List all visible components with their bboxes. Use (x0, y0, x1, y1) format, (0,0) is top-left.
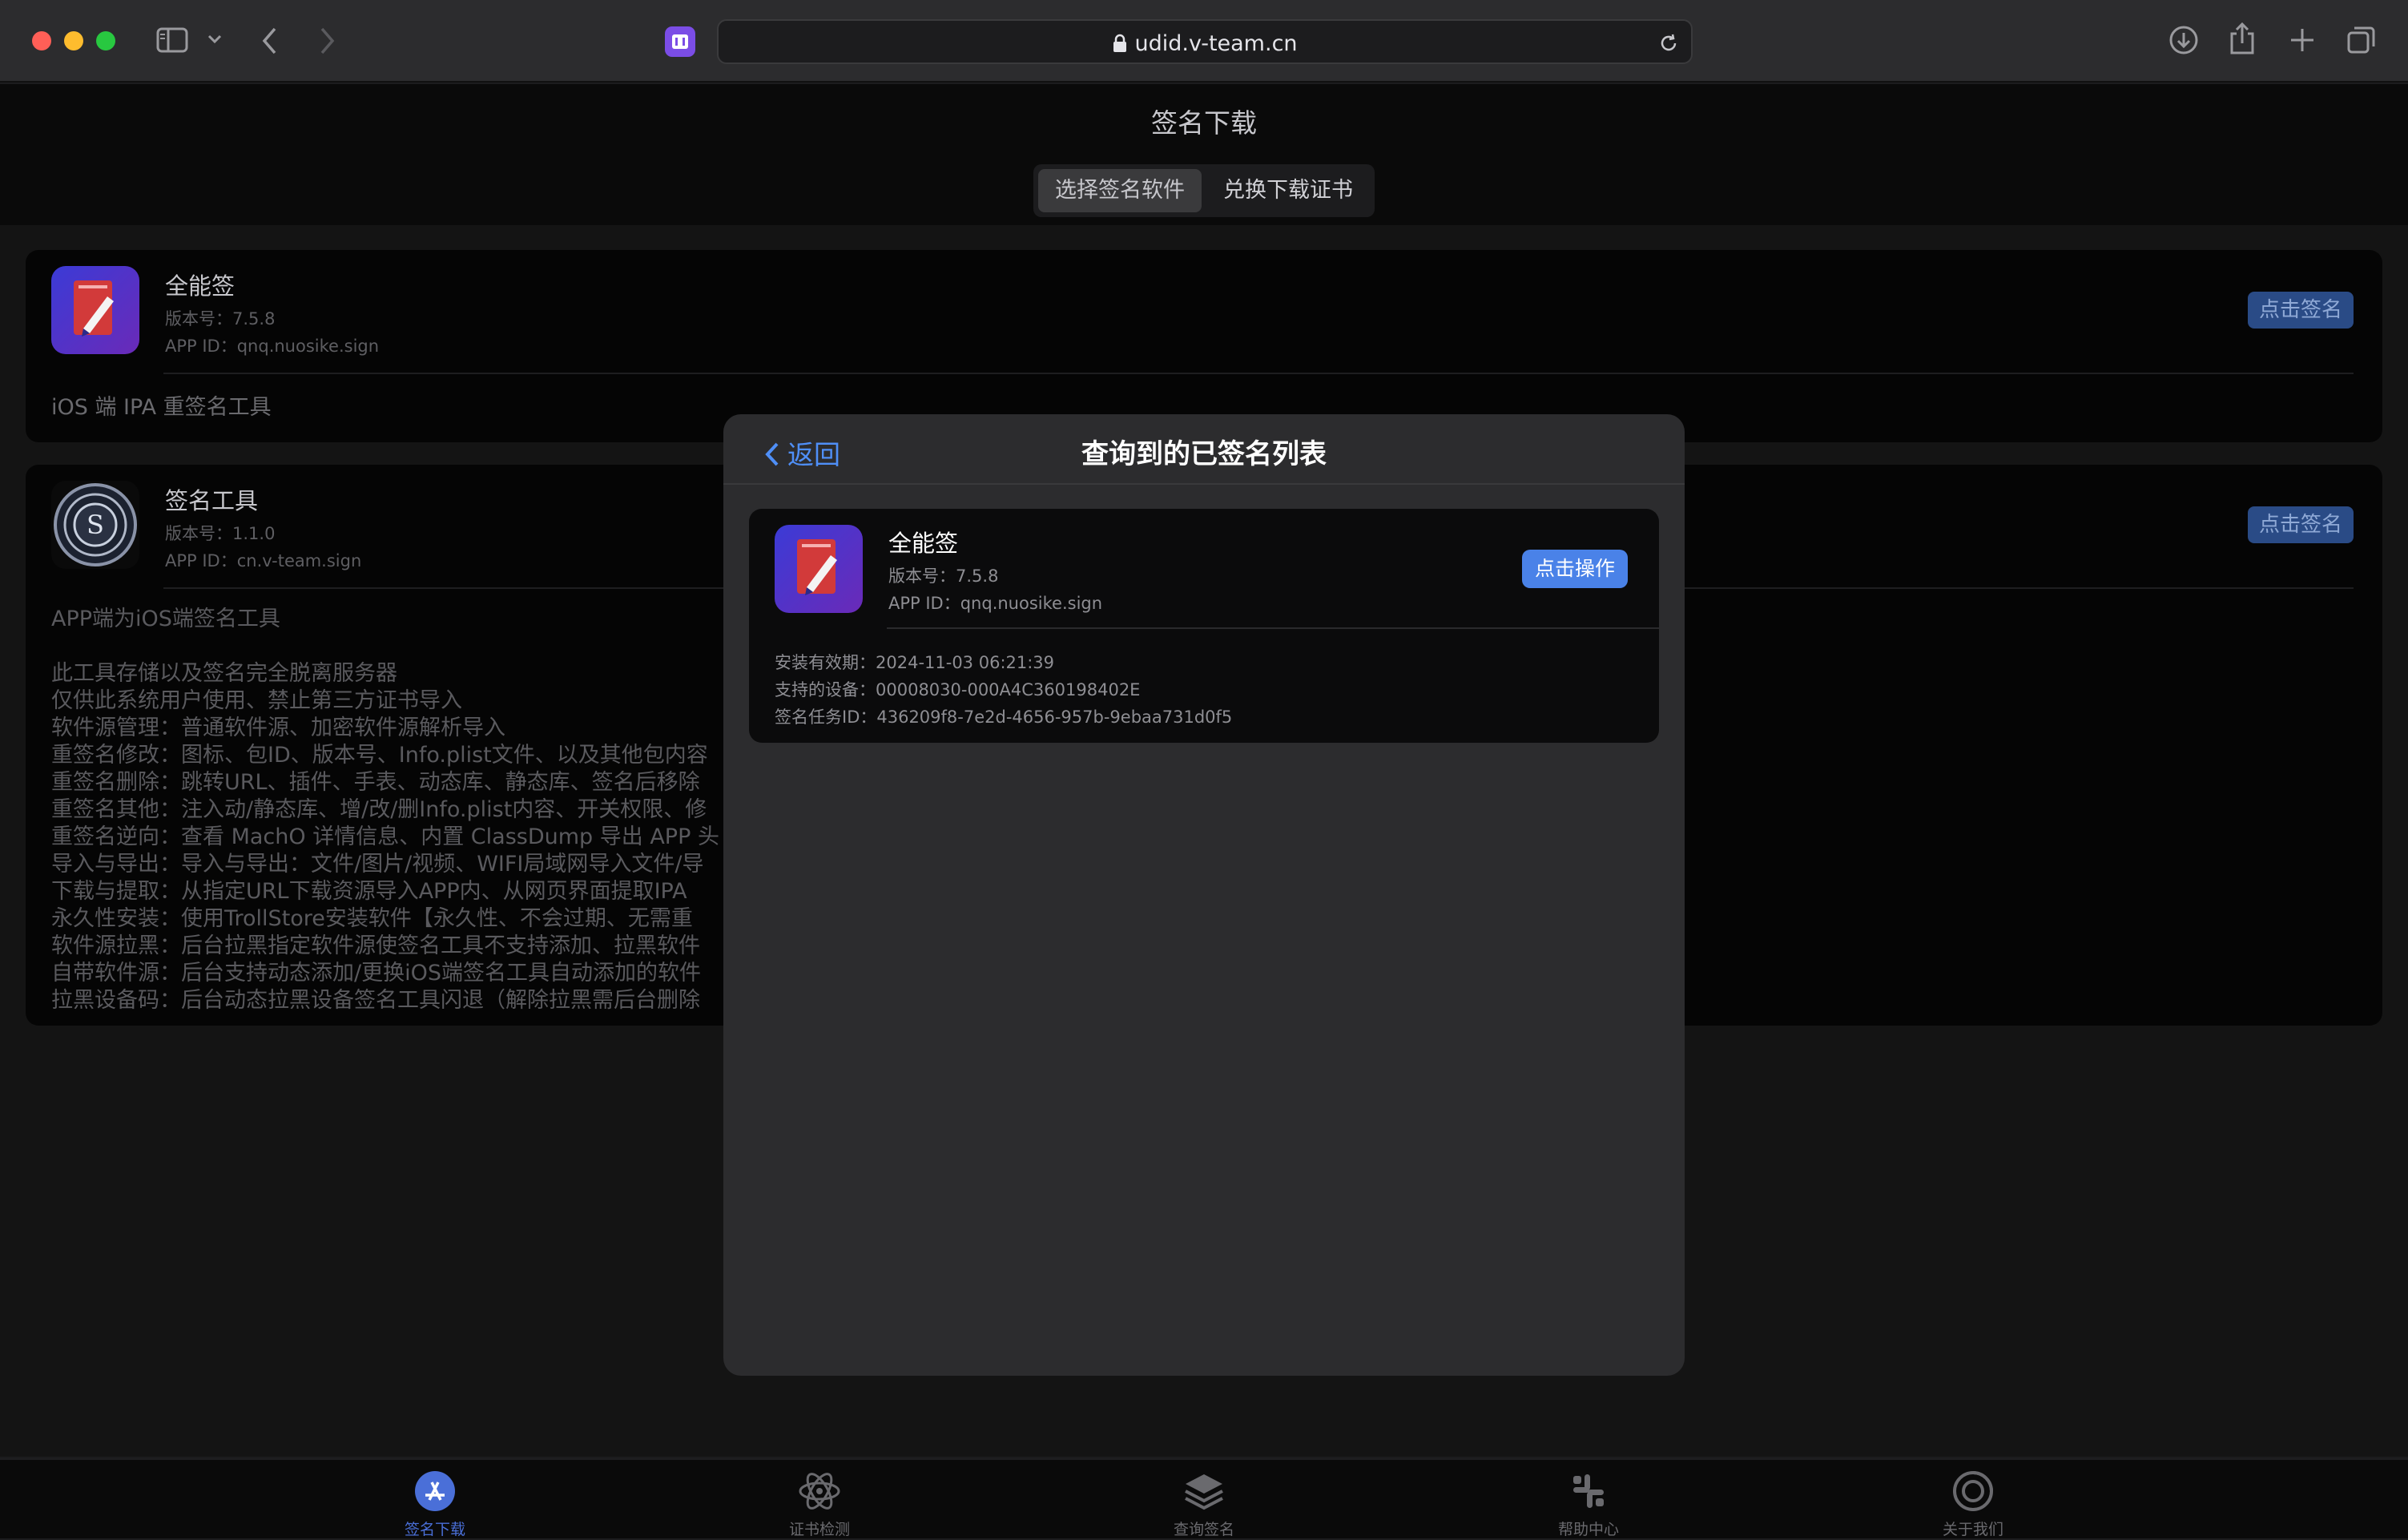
app-card: 全能签 版本号：7.5.8 APP ID：qnq.nuosike.sign 点击… (26, 250, 2382, 442)
record-app-id: APP ID：qnq.nuosike.sign (888, 594, 1103, 613)
slack-icon (1573, 1474, 1604, 1508)
page-title: 签名下载 (1151, 107, 1257, 139)
tab-overview-icon[interactable] (2346, 24, 2378, 56)
app-id: APP ID：cn.v-team.sign (165, 551, 362, 570)
modal-title: 查询到的已签名列表 (1081, 438, 1327, 470)
sign-button[interactable]: 点击签名 (2248, 506, 2354, 543)
record-device: 支持的设备：00008030-000A4C360198402E (775, 680, 1141, 699)
zoom-window-button[interactable] (96, 31, 115, 50)
app-description-line: 仅供此系统用户使用、禁止第三方证书导入 (51, 688, 462, 713)
page-header: 签名下载 选择签名软件 兑换下载证书 (0, 84, 2408, 225)
app-version: 版本号：1.1.0 (165, 524, 276, 543)
segment-redeem-certificate[interactable]: 兑换下载证书 (1206, 169, 1370, 212)
tab-cert-check[interactable]: 证书检测 (723, 1460, 916, 1540)
svg-text:S: S (87, 510, 104, 540)
browser-toolbar: udid.v-team.cn (0, 0, 2408, 83)
reload-icon[interactable] (1657, 32, 1680, 54)
minimize-window-button[interactable] (64, 31, 83, 50)
app-description-line: 重签名修改：图标、包ID、版本号、Info.plist文件、以及其他包内容 (51, 743, 708, 768)
divider (887, 627, 1659, 629)
app-version: 版本号：7.5.8 (165, 309, 276, 329)
address-bar[interactable]: udid.v-team.cn (717, 19, 1693, 64)
app-description-line: 重签名其他：注入动/静态库、增/改/删Info.plist内容、开关权限、修 (51, 797, 707, 822)
tab-about-us[interactable]: 关于我们 (1877, 1460, 2069, 1540)
app-description-line: 此工具存储以及签名完全脱离服务器 (51, 661, 397, 686)
app-description-line: 重签名逆向：查看 MachO 详情信息、内置 ClassDump 导出 APP … (51, 824, 719, 849)
app-description-line: 重签名删除：跳转URL、插件、手表、动态库、静态库、签名后移除 (51, 770, 700, 795)
record-expiry: 安装有效期：2024-11-03 06:21:39 (775, 653, 1055, 672)
signed-record-card: 全能签 版本号：7.5.8 APP ID：qnq.nuosike.sign 点击… (749, 509, 1659, 743)
app-description-line: 下载与提取：从指定URL下载资源导入APP内、从网页界面提取IPA (51, 879, 687, 904)
app-name: 签名工具 (165, 487, 259, 514)
app-description-line: 自带软件源：后台支持动态添加/更换iOS端签名工具自动添加的软件 (51, 961, 701, 986)
sidebar-toggle-icon[interactable] (156, 27, 188, 53)
tab-help-center[interactable]: 帮助中心 (1492, 1460, 1685, 1540)
download-icon[interactable] (2168, 24, 2200, 56)
segmented-control: 选择签名软件 兑换下载证书 (1033, 164, 1375, 217)
operate-button[interactable]: 点击操作 (1522, 550, 1628, 588)
app-description-line: 软件源拉黑：后台拉黑指定软件源使签名工具不支持添加、拉黑软件 (51, 933, 700, 958)
divider (163, 373, 2354, 374)
record-task-id: 签名任务ID：436209f8-7e2d-4656-957b-9ebaa731d… (775, 708, 1233, 727)
app-icon (775, 525, 863, 613)
app-description: iOS 端 IPA 重签名工具 (51, 395, 272, 420)
app-store-icon (415, 1471, 455, 1511)
tab-label: 证书检测 (788, 1521, 850, 1538)
extension-icon[interactable] (665, 26, 695, 57)
back-arrow-icon[interactable] (260, 26, 280, 56)
modal-header: 返回 查询到的已签名列表 (723, 414, 1685, 485)
signed-list-modal: 返回 查询到的已签名列表 全能签 版本号：7.5.8 APP ID：qnq.nu… (723, 414, 1685, 1376)
close-window-button[interactable] (32, 31, 51, 50)
app-description-line: 导入与导出：导入与导出：文件/图片/视频、WIFI局域网导入文件/导 (51, 852, 704, 877)
app-icon (51, 266, 139, 354)
url-text: udid.v-team.cn (1134, 31, 1298, 56)
share-icon[interactable] (2229, 21, 2256, 56)
target-icon (1953, 1471, 1993, 1511)
app-description-line: 软件源管理：普通软件源、加密软件源解析导入 (51, 716, 505, 740)
tab-label: 签名下载 (404, 1521, 465, 1538)
app-id: APP ID：qnq.nuosike.sign (165, 337, 380, 356)
atom-icon (799, 1473, 840, 1510)
segment-select-software[interactable]: 选择签名软件 (1038, 169, 1202, 212)
app-description-line: APP端为iOS端签名工具 (51, 607, 280, 631)
sign-button[interactable]: 点击签名 (2248, 292, 2354, 329)
tab-label: 查询签名 (1173, 1521, 1234, 1538)
record-app-name: 全能签 (888, 530, 959, 557)
record-version: 版本号：7.5.8 (888, 566, 999, 586)
layers-icon (1185, 1474, 1223, 1510)
forward-arrow-icon[interactable] (317, 26, 336, 56)
chevron-down-icon[interactable] (207, 34, 223, 45)
app-description-line: 永久性安装：使用TrollStore安装软件【永久性、不会过期、无需重 (51, 906, 693, 931)
tab-sign-download[interactable]: 签名下载 (339, 1460, 531, 1540)
app-name: 全能签 (165, 272, 236, 300)
tab-label: 关于我们 (1942, 1521, 2003, 1538)
app-icon: S (51, 481, 139, 569)
lock-icon (1113, 34, 1127, 52)
tab-label: 帮助中心 (1557, 1521, 1619, 1538)
new-tab-icon[interactable] (2288, 26, 2317, 54)
tab-query-sign[interactable]: 查询签名 (1108, 1460, 1300, 1540)
page-content: 签名下载 选择签名软件 兑换下载证书 全能签 版本号：7.5.8 APP ID：… (0, 84, 2408, 1457)
app-description-line: 拉黑设备码：后台动态拉黑设备签名工具闪退（解除拉黑需后台删除 (51, 988, 700, 1013)
bottom-tab-bar: 签名下载 证书检测 查询签名 帮助中心 关于我们 (0, 1458, 2408, 1538)
